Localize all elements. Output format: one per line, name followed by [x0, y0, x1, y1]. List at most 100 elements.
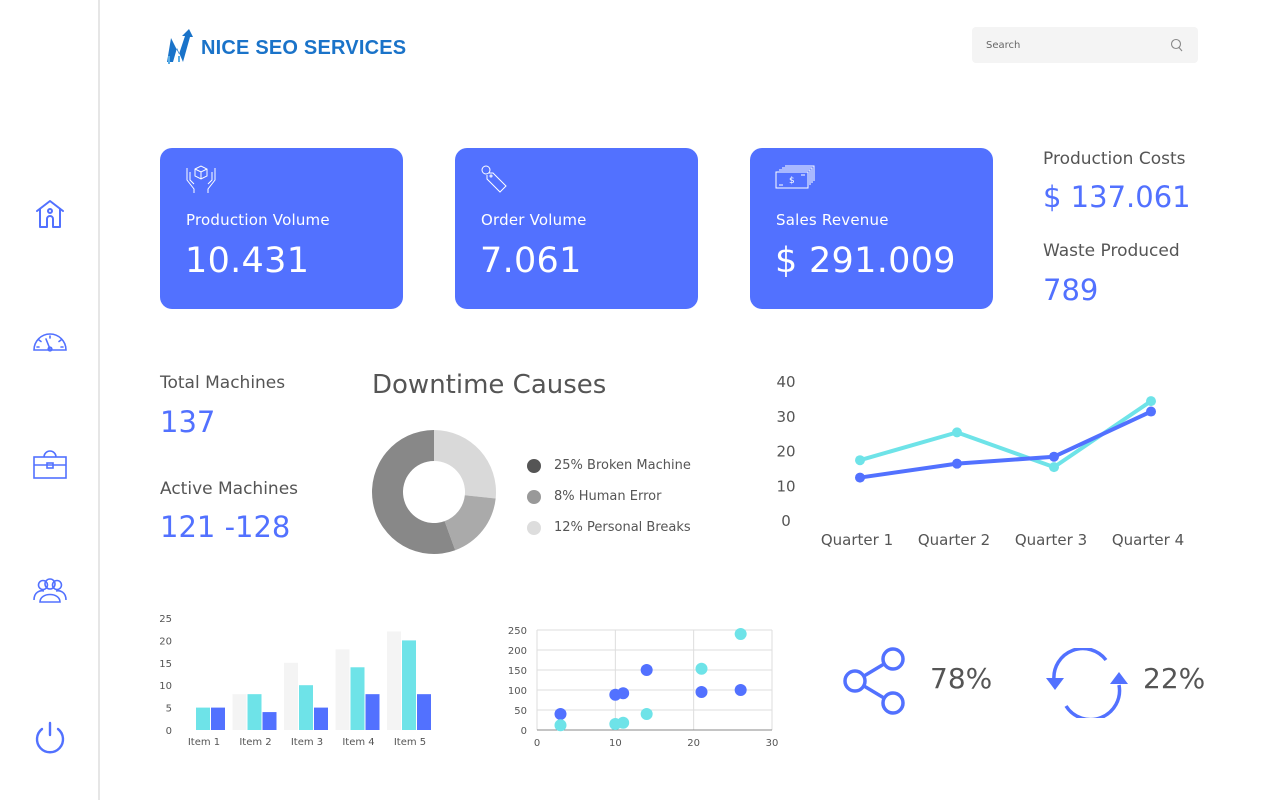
dashboard-gauge-icon[interactable] — [32, 322, 68, 358]
line-point — [855, 455, 865, 466]
donut-slice-personal-breaks — [434, 430, 496, 499]
brand-logo[interactable]: NICE SEO SERVICES — [165, 28, 406, 68]
y-tick-label: 20 — [159, 636, 172, 647]
scatter-point — [734, 684, 747, 696]
y-tick-label: 5 — [166, 704, 172, 715]
sidebar — [0, 0, 100, 800]
search-box[interactable] — [972, 27, 1198, 63]
bar — [196, 707, 210, 730]
waste-produced-label: Waste Produced — [1043, 241, 1180, 261]
x-tick-label: Item 5 — [394, 737, 426, 748]
legend-label: 8% Human Error — [554, 489, 662, 504]
share-percentage: 78% — [930, 662, 993, 695]
share-icon[interactable] — [842, 645, 908, 717]
production-costs-value: $ 137.061 — [1043, 180, 1191, 214]
scatter-point — [695, 686, 708, 698]
scatter-point — [640, 708, 653, 720]
y-tick-label: 30 — [776, 408, 795, 426]
box-hands-icon — [186, 165, 216, 193]
bar — [314, 707, 328, 730]
y-tick-label: 0 — [166, 726, 172, 737]
waste-produced-value: 789 — [1043, 273, 1099, 307]
bar — [387, 631, 401, 730]
x-tick-label: 30 — [766, 738, 779, 749]
sales-revenue-card[interactable]: $ Sales Revenue $ 291.009 — [750, 148, 993, 309]
svg-text:$: $ — [789, 176, 795, 186]
bar — [335, 649, 350, 730]
x-tick-label: Quarter 2 — [918, 531, 990, 549]
y-tick-label: 0 — [521, 726, 527, 737]
line-point — [1146, 396, 1156, 407]
y-tick-label: 10 — [159, 681, 172, 692]
home-icon[interactable] — [32, 196, 68, 232]
downtime-causes-title: Downtime Causes — [372, 370, 607, 400]
card-value: $ 291.009 — [775, 241, 956, 281]
scatter-point — [554, 719, 567, 732]
bar — [417, 694, 431, 730]
bar — [299, 685, 313, 730]
briefcase-icon[interactable] — [32, 447, 68, 483]
x-tick-label: Item 4 — [342, 737, 374, 748]
quarterly-line-chart: 0 10 20 30 40 Quarter 1 Quarter 2 Quarter 3 Quar… — [776, 373, 1184, 549]
line-point — [952, 458, 962, 469]
refresh-percentage: 22% — [1143, 662, 1206, 695]
legend-item-broken-machine: 25% Broken Machine — [527, 450, 691, 481]
y-tick-label: 150 — [508, 666, 527, 677]
card-value: 10.431 — [185, 241, 310, 281]
search-icon[interactable] — [1170, 38, 1184, 52]
scatter-point — [734, 628, 747, 640]
x-tick-label: 0 — [534, 738, 540, 749]
y-tick-label: 40 — [776, 373, 795, 391]
x-tick-label: Item 2 — [239, 737, 271, 748]
line-point — [1049, 462, 1059, 473]
users-icon[interactable] — [32, 572, 68, 608]
scatter-point — [554, 708, 567, 720]
y-tick-label: 250 — [508, 626, 527, 637]
order-volume-card[interactable]: Order Volume 7.061 — [455, 148, 698, 309]
total-machines-label: Total Machines — [160, 373, 286, 393]
bar — [232, 694, 247, 730]
scatter-point — [640, 664, 653, 676]
legend-label: 12% Personal Breaks — [554, 520, 691, 535]
line-point — [1049, 451, 1059, 462]
card-label: Sales Revenue — [776, 211, 889, 229]
bar — [262, 712, 277, 730]
legend-item-human-error: 8% Human Error — [527, 481, 691, 512]
line-point — [952, 427, 962, 438]
card-label: Production Volume — [186, 211, 330, 229]
bar — [247, 694, 262, 730]
scatter-point — [617, 687, 630, 700]
x-tick-label: Quarter 4 — [1112, 531, 1184, 549]
bar — [402, 640, 416, 730]
y-tick-label: 0 — [781, 512, 791, 530]
y-tick-label: 20 — [776, 443, 795, 461]
donut-legend: 25% Broken Machine 8% Human Error 12% Pe… — [527, 450, 691, 543]
legend-label: 25% Broken Machine — [554, 458, 691, 473]
legend-dot — [527, 489, 541, 504]
line-series — [859, 409, 1152, 480]
bar — [350, 667, 365, 730]
y-tick-label: 200 — [508, 646, 527, 657]
x-tick-label: Item 3 — [291, 737, 323, 748]
y-tick-label: 10 — [776, 477, 795, 495]
refresh-icon[interactable] — [1044, 648, 1130, 718]
total-machines-value: 137 — [160, 405, 216, 439]
scatter-chart: 0 50 100 150 200 250 0 10 20 30 — [508, 626, 779, 749]
y-tick-label: 100 — [508, 686, 527, 697]
scatter-point — [695, 662, 708, 675]
y-tick-label: 25 — [159, 614, 172, 625]
x-tick-label: Quarter 1 — [821, 531, 893, 549]
power-icon[interactable] — [32, 720, 68, 756]
logo-arrow-icon — [165, 28, 197, 68]
bar — [211, 707, 225, 730]
active-machines-value: 121 -128 — [160, 510, 291, 544]
x-tick-label: 10 — [609, 738, 622, 749]
legend-item-personal-breaks: 12% Personal Breaks — [527, 512, 691, 543]
x-tick-label: Quarter 3 — [1015, 531, 1087, 549]
production-volume-card[interactable]: Production Volume 10.431 — [160, 148, 403, 309]
card-value: 7.061 — [480, 241, 582, 281]
search-input[interactable] — [986, 39, 1170, 51]
bar — [365, 694, 380, 730]
brand-name: NICE SEO SERVICES — [201, 36, 407, 59]
money-stack-icon: $ — [775, 165, 815, 189]
